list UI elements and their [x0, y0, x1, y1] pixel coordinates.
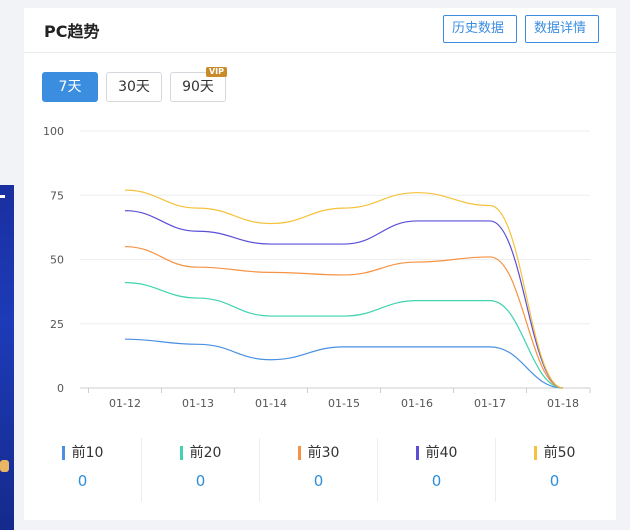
y-tick-label: 0	[57, 382, 64, 395]
y-tick-label: 100	[43, 125, 64, 138]
series-line-3	[124, 246, 564, 389]
x-tick-label: 01-14	[255, 397, 287, 410]
x-tick-label: 01-12	[109, 397, 141, 410]
background-dot	[0, 195, 5, 198]
vip-badge: VIP	[205, 67, 227, 77]
x-tick-label: 01-16	[401, 397, 433, 410]
legend-marker-top10	[61, 446, 65, 460]
legend-value-top40: 0	[431, 472, 442, 490]
x-tick-label: 01-18	[547, 397, 579, 410]
legend-value-top50: 0	[549, 472, 560, 490]
legend-label-top10: 前10	[71, 445, 104, 461]
legend-item-top40[interactable]: 前40 0	[378, 438, 496, 502]
pc-trend-card: PC趋势 历史数据 数据详情 7天 30天 90天 VIP 0 25 50 75 100…	[24, 8, 616, 520]
series-line-4	[124, 210, 564, 389]
series-line-2	[124, 282, 564, 389]
legend-label-top50: 前50	[543, 445, 576, 461]
y-tick-label: 50	[50, 254, 64, 267]
legend-marker-top40	[415, 446, 419, 460]
range-90d-button[interactable]: 90天 VIP	[170, 67, 227, 102]
card-header: PC趋势 历史数据 数据详情	[24, 8, 616, 53]
legend-label-top30: 前30	[307, 445, 340, 461]
background-decoration	[0, 460, 9, 472]
range-30d-label: 30天	[118, 79, 150, 95]
legend-value-top10: 0	[77, 472, 88, 490]
range-7d-button[interactable]: 7天	[42, 72, 98, 102]
legend-label-top40: 前40	[425, 445, 458, 461]
x-tick-label: 01-13	[182, 397, 214, 410]
legend-marker-top50	[533, 446, 537, 460]
legend-item-top10[interactable]: 前10 0	[24, 438, 142, 502]
legend-value-top20: 0	[195, 472, 206, 490]
legend-item-top50[interactable]: 前50 0	[496, 438, 613, 502]
y-tick-label: 75	[50, 189, 64, 202]
range-30d-button[interactable]: 30天	[106, 72, 162, 102]
legend-item-top30[interactable]: 前30 0	[260, 438, 378, 502]
legend-marker-top30	[297, 446, 301, 460]
x-tick-label: 01-15	[328, 397, 360, 410]
series-line-5	[124, 189, 564, 389]
history-data-button[interactable]: 历史数据	[443, 15, 517, 43]
card-title: PC趋势	[44, 22, 100, 41]
range-90d-label: 90天	[182, 79, 214, 95]
range-7d-label: 7天	[58, 79, 82, 95]
legend-value-top30: 0	[313, 472, 324, 490]
data-detail-button[interactable]: 数据详情	[525, 15, 599, 43]
legend-item-top20[interactable]: 前20 0	[142, 438, 260, 502]
series-line-1	[124, 338, 564, 389]
legend: 前10 0 前20 0 前30 0 前40 0 前50 0	[24, 438, 616, 502]
y-tick-label: 25	[50, 318, 64, 331]
legend-label-top20: 前20	[189, 445, 222, 461]
background-panel	[0, 185, 14, 530]
x-tick-label: 01-17	[474, 397, 506, 410]
legend-marker-top20	[179, 446, 183, 460]
trend-line-chart: 0 25 50 75 100 01-12 01-13 01-14 01-15 01-16 01-17…	[43, 125, 591, 410]
